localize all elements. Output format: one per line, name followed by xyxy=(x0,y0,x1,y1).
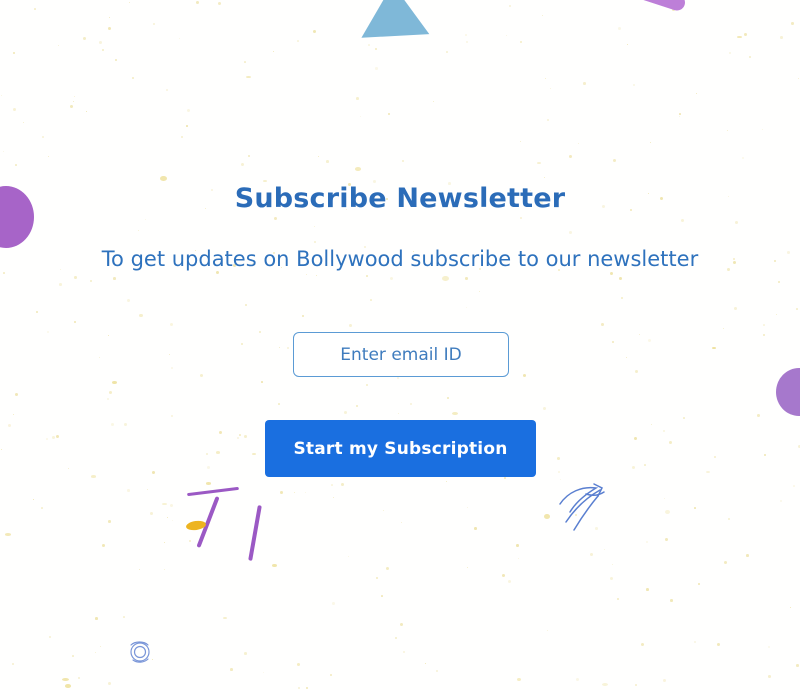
purple-stroke-icon xyxy=(187,486,239,497)
page-root: Subscribe Newsletter To get updates on B… xyxy=(0,0,800,690)
email-field[interactable] xyxy=(293,332,509,377)
start-subscription-button[interactable]: Start my Subscription xyxy=(265,420,536,477)
blue-triangle-icon xyxy=(358,0,430,38)
purple-pill-icon xyxy=(626,0,688,13)
blue-arrow-scribble-icon xyxy=(559,483,605,531)
purple-stroke-icon xyxy=(196,496,220,548)
page-title: Subscribe Newsletter xyxy=(234,183,566,214)
purple-circle-right-icon xyxy=(776,368,800,416)
page-subtitle: To get updates on Bollywood subscribe to… xyxy=(101,247,699,271)
purple-stroke-icon xyxy=(248,505,262,561)
blue-circle-scribble-icon xyxy=(130,641,150,663)
